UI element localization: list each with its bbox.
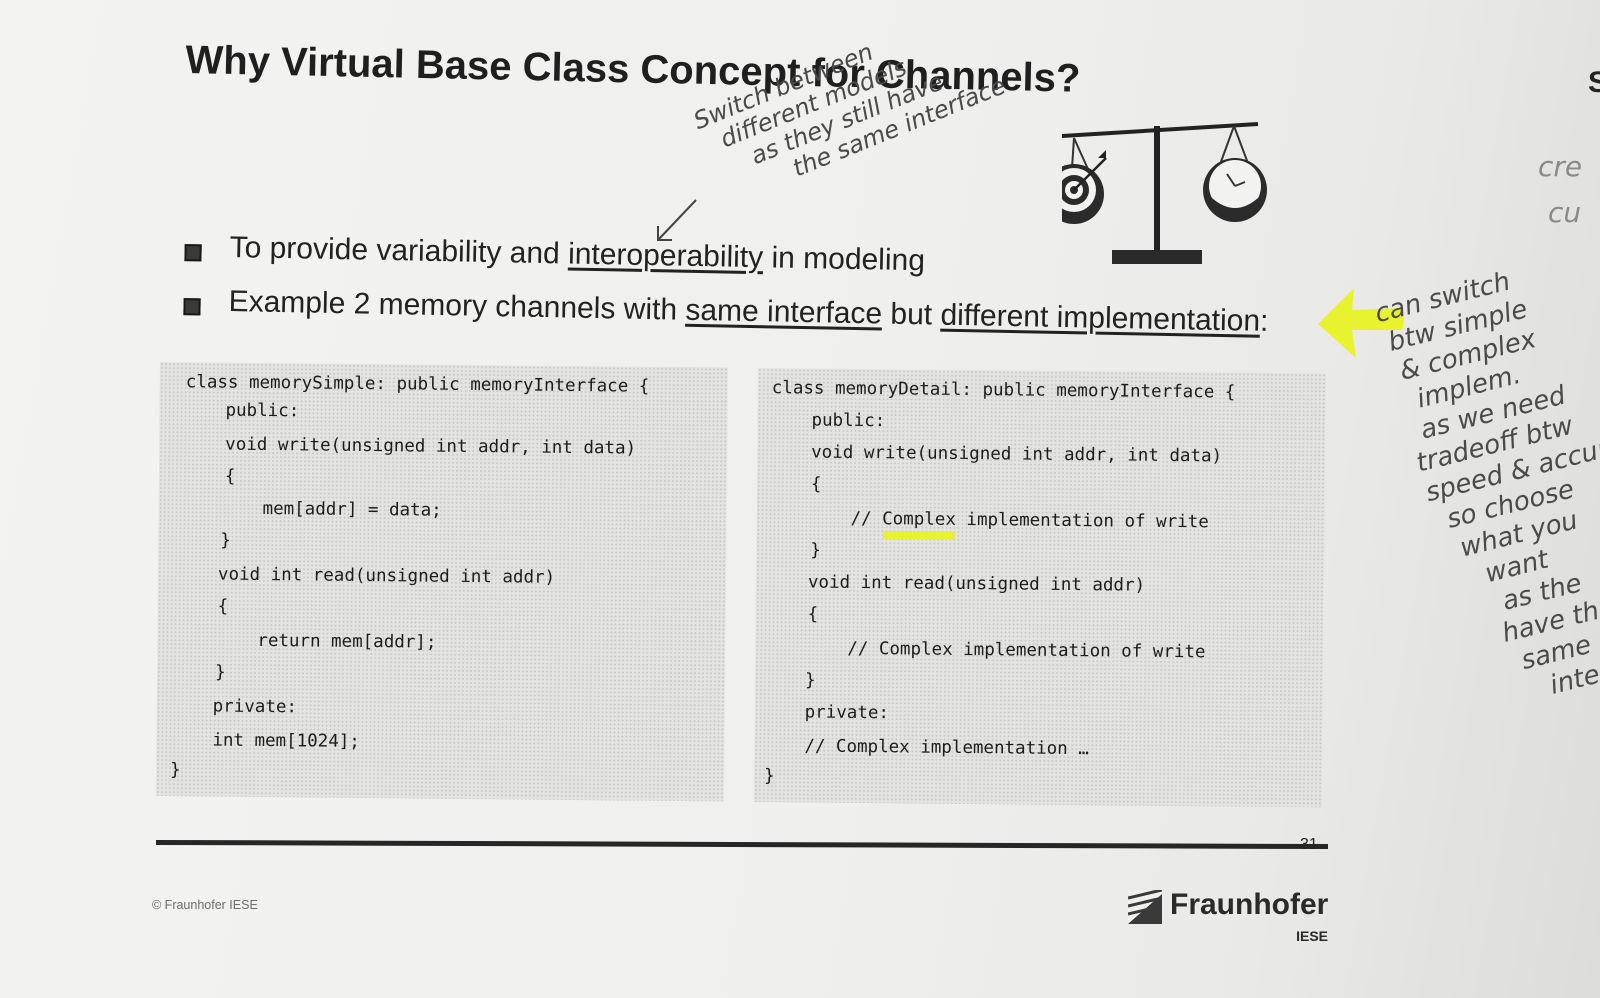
- code-line: private:: [804, 702, 890, 724]
- code-block-memory-detail: class memoryDetail: public memoryInterfa…: [753, 368, 1326, 808]
- code-line: void int read(unsigned int addr): [217, 564, 556, 588]
- code-line: mem[addr] = data;: [262, 498, 442, 521]
- bullet-square-icon: [183, 298, 201, 316]
- code-line: // Complex implementation …: [804, 736, 1089, 760]
- code-line: void int read(unsigned int addr): [807, 572, 1146, 596]
- code-line: {: [217, 596, 229, 617]
- handwritten-note-right: can switch btw simple & complex implem. …: [1372, 266, 1600, 701]
- bullet-square-icon: [184, 244, 202, 262]
- code-line: }: [763, 766, 775, 787]
- pencil-arrow-icon: [657, 199, 697, 241]
- handwritten-note-top: Switch between different models as they …: [689, 37, 1010, 183]
- underlined-term: different implementation: [940, 298, 1261, 338]
- highlighted-word: Complex: [882, 509, 957, 530]
- bullet-list: To provide variability and interoperabil…: [178, 230, 1340, 360]
- code-line: void write(unsigned int addr, int data): [225, 434, 637, 459]
- code-line: void write(unsigned int addr, int data): [811, 442, 1223, 467]
- code-line: {: [224, 466, 236, 487]
- code-line: {: [810, 474, 822, 495]
- page-number: 31: [1300, 836, 1318, 853]
- code-line: class memoryDetail: public memoryInterfa…: [771, 378, 1236, 403]
- code-block-memory-simple: class memorySimple: public memoryInterfa…: [155, 362, 728, 802]
- edge-scribble: cre: [1538, 150, 1583, 183]
- code-line: }: [220, 530, 231, 551]
- clock-icon: [1203, 158, 1267, 222]
- fraunhofer-logo: Fraunhofer IESE: [1128, 888, 1328, 952]
- fraunhofer-logo-icon: [1128, 890, 1162, 924]
- footer-rule: [155, 839, 1329, 850]
- logo-wordmark: Fraunhofer: [1170, 888, 1329, 921]
- logo-subtitle: IESE: [1296, 928, 1328, 944]
- code-line: }: [810, 540, 821, 561]
- code-line: }: [169, 760, 181, 781]
- code-line: return mem[addr];: [257, 630, 437, 653]
- code-line: class memorySimple: public memoryInterfa…: [185, 372, 650, 397]
- code-line: // Complex implementation of write: [850, 508, 1209, 533]
- copyright-text: © Fraunhofer IESE: [152, 898, 258, 912]
- underlined-term: same interface: [685, 293, 883, 331]
- next-page-letter: S: [1588, 66, 1600, 99]
- code-line: private:: [212, 696, 298, 718]
- code-line: int mem[1024];: [212, 730, 360, 752]
- bullet-text: To provide variability and interoperabil…: [229, 230, 926, 278]
- code-line: }: [214, 662, 226, 683]
- edge-scribble: cu: [1548, 196, 1582, 229]
- code-line: {: [807, 604, 819, 625]
- code-line: }: [804, 670, 816, 691]
- code-line: public:: [225, 400, 300, 422]
- code-line: public:: [811, 410, 886, 432]
- code-line: // Complex implementation of write: [847, 638, 1206, 663]
- slide-page: Why Virtual Base Class Concept for Chann…: [0, 0, 1600, 998]
